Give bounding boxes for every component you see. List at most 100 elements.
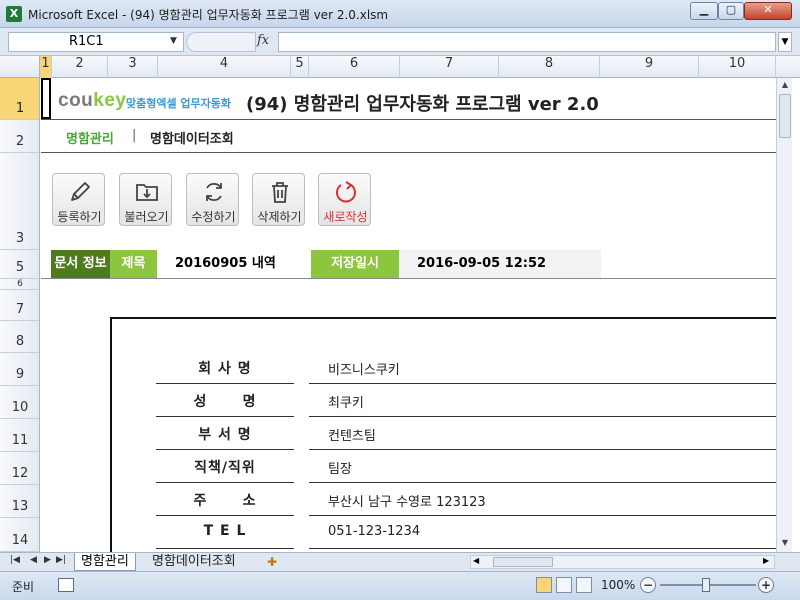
status-bar: 준비 100% − + xyxy=(0,571,800,600)
row-header[interactable]: 3 xyxy=(0,153,39,250)
macro-record-icon[interactable] xyxy=(58,578,74,592)
field-label-name: 성 명 xyxy=(193,394,257,410)
row-header[interactable]: 8 xyxy=(0,321,39,353)
delete-button[interactable]: 삭제하기 xyxy=(252,173,305,226)
field-underline xyxy=(156,383,294,384)
logo-tagline: 맞춤형엑셀 업무자동화 xyxy=(126,97,232,110)
sheet-tab-card-management[interactable]: 명함관리 xyxy=(74,553,136,571)
row-header[interactable]: 2 xyxy=(0,120,39,153)
column-headers: 1 2 3 4 5 6 7 8 9 10 xyxy=(0,56,800,78)
saved-at-value[interactable]: 2016-09-05 12:52 xyxy=(399,250,601,278)
field-value-company[interactable]: 비즈니스쿠키 xyxy=(328,359,400,378)
doc-title-value[interactable]: 20160905 내역 xyxy=(157,250,311,278)
zoom-level[interactable]: 100% xyxy=(601,578,635,592)
vertical-scroll-thumb[interactable] xyxy=(779,94,791,138)
load-label: 불러오기 xyxy=(124,210,169,224)
row-header[interactable]: 7 xyxy=(0,290,39,321)
insert-function-icon[interactable]: fx xyxy=(257,33,269,48)
row-header[interactable]: 11 xyxy=(0,419,39,452)
close-button[interactable]: ✕ xyxy=(744,2,792,20)
field-value-position[interactable]: 팀장 xyxy=(328,458,352,477)
prev-sheet-icon[interactable]: ◀ xyxy=(30,555,37,565)
normal-view-button[interactable] xyxy=(536,577,552,593)
field-underline xyxy=(309,482,776,483)
horizontal-scroll-thumb[interactable] xyxy=(493,557,553,567)
select-all-corner[interactable] xyxy=(0,56,40,78)
row-header[interactable]: 10 xyxy=(0,386,39,419)
scroll-left-icon[interactable]: ◀ xyxy=(473,556,479,565)
field-underline xyxy=(156,515,294,516)
row-header[interactable]: 12 xyxy=(0,452,39,485)
active-cell[interactable] xyxy=(41,78,51,119)
field-label-tel: T E L xyxy=(203,523,247,539)
sheet-tab-card-data-lookup[interactable]: 명함데이터조회 xyxy=(146,553,242,571)
minimize-button[interactable]: ▁ xyxy=(690,2,718,20)
next-sheet-icon[interactable]: ▶ xyxy=(44,555,51,565)
edit-button[interactable]: 수정하기 xyxy=(186,173,239,226)
column-header[interactable]: 10 xyxy=(699,56,776,78)
field-underline xyxy=(309,548,776,549)
column-header[interactable]: 6 xyxy=(309,56,400,78)
field-value-department[interactable]: 컨텐츠팀 xyxy=(328,425,376,444)
delete-label: 삭제하기 xyxy=(257,210,302,224)
load-button[interactable]: 불러오기 xyxy=(119,173,172,226)
divider xyxy=(41,119,776,120)
logo-main: cou xyxy=(58,90,94,111)
name-box-dropdown-icon[interactable]: ▼ xyxy=(170,36,177,46)
last-sheet-icon[interactable]: ▶| xyxy=(56,555,66,565)
row-header[interactable]: 5 xyxy=(0,250,39,279)
nav-tab-card-data-lookup[interactable]: 명함데이터조회 xyxy=(150,128,234,147)
column-header[interactable]: 7 xyxy=(400,56,499,78)
scroll-up-icon[interactable]: ▲ xyxy=(777,80,793,89)
zoom-slider-thumb[interactable] xyxy=(702,578,710,592)
column-header[interactable]: 4 xyxy=(158,56,291,78)
page-break-view-button[interactable] xyxy=(576,577,592,593)
row-header[interactable]: 6 xyxy=(0,279,39,290)
row-header[interactable]: 1 xyxy=(0,78,39,120)
zoom-out-button[interactable]: − xyxy=(640,577,656,593)
row-headers: 1 2 3 5 6 7 8 9 10 11 12 13 14 xyxy=(0,78,40,552)
maximize-button[interactable]: ▢ xyxy=(718,2,744,20)
register-button[interactable]: 등록하기 xyxy=(52,173,105,226)
column-header[interactable]: 2 xyxy=(52,56,108,78)
new-button[interactable]: 새로작성 xyxy=(318,173,371,226)
trash-icon xyxy=(272,182,288,203)
formula-bar-resize-handle[interactable] xyxy=(186,32,256,52)
scroll-right-icon[interactable]: ▶ xyxy=(763,556,769,565)
field-label-position: 직책/직위 xyxy=(194,460,256,476)
first-sheet-icon[interactable]: |◀ xyxy=(10,555,20,565)
column-header[interactable]: 9 xyxy=(600,56,699,78)
field-underline xyxy=(156,482,294,483)
field-label-department: 부 서 명 xyxy=(198,427,252,443)
field-value-address[interactable]: 부산시 남구 수영로 123123 xyxy=(328,491,486,510)
field-value-tel[interactable]: 051-123-1234 xyxy=(328,524,420,539)
formula-input[interactable] xyxy=(278,32,776,52)
nav-separator: | xyxy=(132,128,137,143)
expand-formula-bar-icon[interactable]: ▼ xyxy=(778,32,792,52)
doc-title-label: 제목 xyxy=(110,250,157,278)
row-header[interactable]: 9 xyxy=(0,353,39,386)
worksheet[interactable]: coukey 맞춤형엑셀 업무자동화 (94) 명함관리 업무자동화 프로그램 … xyxy=(41,78,776,552)
zoom-in-button[interactable]: + xyxy=(758,577,774,593)
sheet-tabs-bar: |◀ ◀ ▶ ▶| 명함관리 명함데이터조회 ✚ ◀ ▶ xyxy=(0,552,800,571)
column-header[interactable]: 5 xyxy=(291,56,309,78)
name-box[interactable]: R1C1 xyxy=(8,32,184,52)
excel-app-icon[interactable]: X xyxy=(6,6,22,22)
vertical-scrollbar[interactable]: ▲ ▼ xyxy=(776,78,792,552)
horizontal-scrollbar[interactable]: ◀ ▶ xyxy=(470,555,775,569)
nav-tab-card-management[interactable]: 명함관리 xyxy=(66,128,114,147)
insert-sheet-icon[interactable]: ✚ xyxy=(262,554,282,570)
page-layout-view-button[interactable] xyxy=(556,577,572,593)
column-header[interactable]: 3 xyxy=(108,56,158,78)
logo-accent: key xyxy=(93,90,127,111)
row-header[interactable]: 14 xyxy=(0,518,39,552)
field-value-name[interactable]: 최쿠키 xyxy=(328,392,364,411)
column-header[interactable]: 1 xyxy=(40,56,52,78)
coukey-logo: coukey xyxy=(58,90,126,112)
row-header[interactable]: 13 xyxy=(0,485,39,518)
field-label-company: 회 사 명 xyxy=(198,361,252,377)
column-header[interactable]: 8 xyxy=(499,56,600,78)
edit-label: 수정하기 xyxy=(191,210,236,224)
scroll-down-icon[interactable]: ▼ xyxy=(777,538,793,547)
field-underline xyxy=(156,548,294,549)
